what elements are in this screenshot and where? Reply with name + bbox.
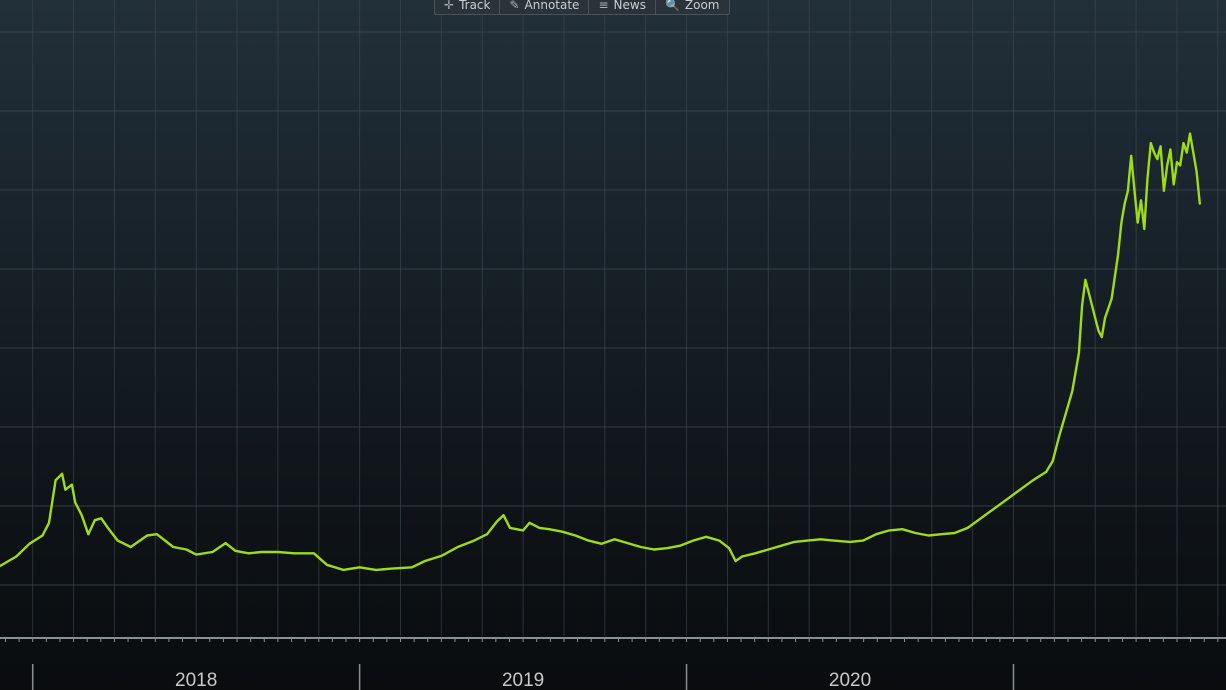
price-line-chart: 2018 2019 2020 xyxy=(0,0,1226,690)
plus-icon: ✛ xyxy=(444,0,455,12)
x-tick-label: 2019 xyxy=(502,670,544,690)
series-layer xyxy=(0,132,1201,572)
news-button[interactable]: ≡ News xyxy=(589,0,656,14)
zoom-label: Zoom xyxy=(684,0,720,12)
annotate-label: Annotate xyxy=(524,0,580,12)
news-icon: ≡ xyxy=(598,0,609,12)
chart-panel: 2018 2019 2020 ✛ Track ✎ Annotate ≡ News 🔍 Zoom xyxy=(0,0,1226,690)
pencil-icon: ✎ xyxy=(509,0,520,12)
series-line xyxy=(0,132,1201,572)
x-tick-label: 2020 xyxy=(829,670,871,690)
news-label: News xyxy=(613,0,646,12)
track-button[interactable]: ✛ Track xyxy=(435,0,501,14)
magnifier-icon: 🔍 xyxy=(664,0,680,12)
zoom-button[interactable]: 🔍 Zoom xyxy=(656,0,729,14)
x-tick-label: 2018 xyxy=(175,670,217,690)
chart-toolbar: ✛ Track ✎ Annotate ≡ News 🔍 Zoom xyxy=(434,0,730,15)
track-label: Track xyxy=(459,0,491,12)
x-axis: 2018 2019 2020 xyxy=(0,637,1226,690)
annotate-button[interactable]: ✎ Annotate xyxy=(500,0,590,14)
